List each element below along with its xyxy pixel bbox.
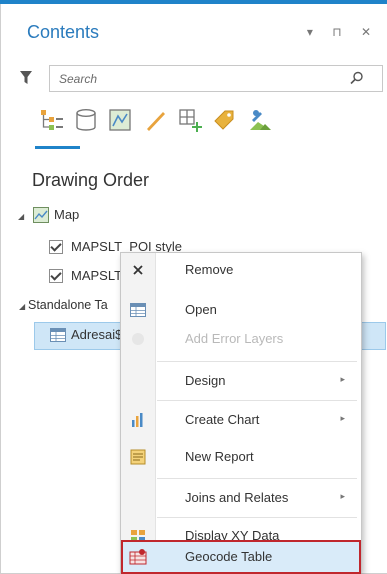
tree-item-table[interactable]: Adresai$ [71, 327, 122, 342]
tree-item-standalone-tables[interactable]: Standalone Ta [28, 298, 108, 312]
menu-item-create-chart[interactable]: Create Chart ▸ [121, 403, 361, 437]
layer-visibility-checkbox[interactable] [49, 240, 63, 254]
menu-item-joins-and-relates[interactable]: Joins and Relates ▸ [121, 481, 361, 515]
list-by-perspective-imagery-icon[interactable] [248, 108, 272, 132]
submenu-arrow-icon: ▸ [340, 374, 345, 384]
close-icon [133, 265, 143, 275]
pane-title: Contents [27, 22, 100, 42]
context-menu: Remove Open Add Error Layers Design ▸ Cr… [120, 252, 362, 574]
error-layers-icon [132, 333, 144, 345]
menu-item-remove[interactable]: Remove [121, 253, 361, 287]
search-placeholder: Search [59, 72, 98, 86]
search-icon[interactable] [350, 71, 364, 85]
search-input[interactable]: Search [49, 65, 383, 92]
menu-separator [157, 517, 357, 518]
geocode-icon [129, 549, 147, 565]
menu-separator [157, 478, 357, 479]
menu-separator [157, 361, 357, 362]
list-by-snapping-icon[interactable] [178, 108, 202, 132]
list-by-editing-icon[interactable] [144, 108, 168, 132]
menu-item-label: Joins and Relates [185, 490, 289, 505]
collapse-arrow-icon[interactable]: ◢ [18, 212, 24, 221]
list-by-data-source-icon[interactable] [74, 108, 98, 132]
menu-item-geocode-table[interactable]: Geocode Table [121, 540, 361, 574]
list-by-drawing-order-icon[interactable] [40, 108, 64, 132]
menu-item-label: Create Chart [185, 412, 260, 427]
list-by-labeling-icon[interactable] [212, 108, 236, 132]
menu-item-label: Geocode Table [185, 549, 273, 564]
submenu-arrow-icon: ▸ [340, 413, 345, 423]
menu-item-new-report[interactable]: New Report [121, 440, 361, 474]
pane-active-bar [0, 0, 387, 4]
layer-visibility-checkbox[interactable] [49, 269, 63, 283]
menu-separator [157, 400, 357, 401]
filter-icon[interactable] [20, 71, 32, 85]
menu-item-label: Design [185, 373, 226, 388]
menu-item-label: Add Error Layers [185, 331, 284, 346]
map-icon [33, 207, 49, 223]
menu-item-design[interactable]: Design ▸ [121, 364, 361, 398]
chart-icon [132, 413, 143, 427]
menu-item-add-error-layers: Add Error Layers [121, 322, 361, 356]
submenu-arrow-icon: ▸ [340, 491, 345, 501]
menu-item-label: New Report [185, 449, 254, 464]
table-icon [50, 328, 66, 342]
tree-item-map[interactable]: Map [54, 207, 79, 222]
section-title: Drawing Order [32, 170, 150, 190]
active-view-indicator [35, 146, 80, 149]
report-icon [130, 449, 146, 465]
pane-window-controls[interactable]: ▾ ⊓ ✕ [307, 25, 379, 39]
table-icon [130, 303, 146, 317]
menu-item-label: Open [185, 302, 217, 317]
menu-item-label: Remove [185, 262, 234, 277]
collapse-arrow-icon[interactable]: ◢ [19, 302, 25, 311]
list-by-selection-icon[interactable] [108, 108, 132, 132]
